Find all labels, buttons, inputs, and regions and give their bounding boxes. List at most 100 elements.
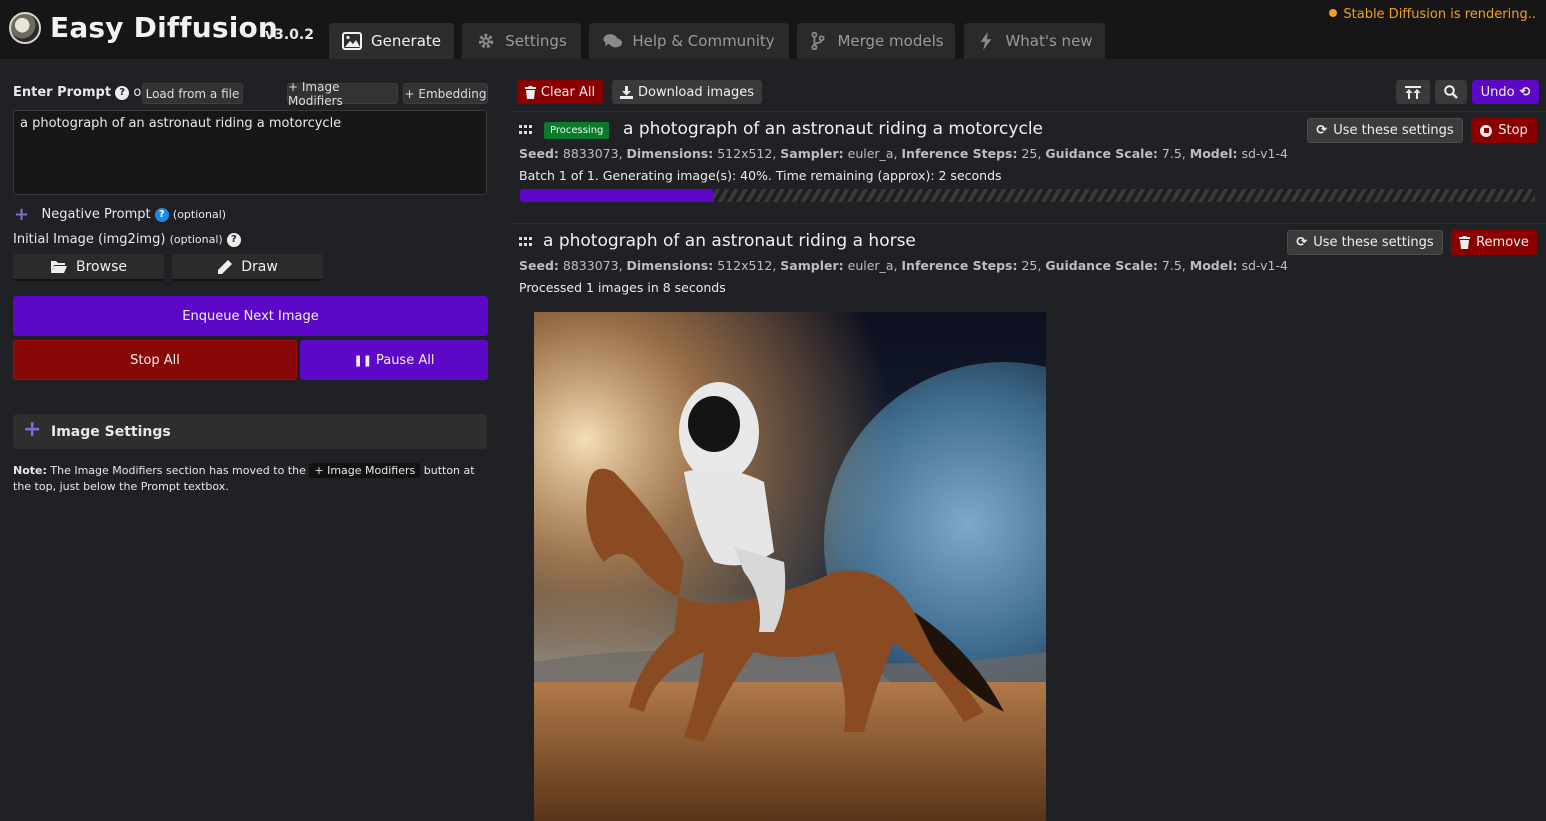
app-logo [9,12,41,44]
bolt-icon [981,32,992,50]
task-meta: Seed: 8833073, Dimensions: 512x512, Samp… [519,146,1288,161]
use-these-settings-button[interactable]: ⟳ Use these settings [1287,230,1443,255]
app-title: Easy Diffusion [50,11,279,44]
stop-all-button[interactable]: Stop All [13,340,297,380]
seed-label: Seed: [519,146,559,161]
tab-help-community[interactable]: Help & Community [589,23,789,59]
enter-prompt-row: Enter Prompt ? or [13,85,147,100]
draw-button[interactable]: Draw [172,254,323,281]
steps-label: Inference Steps: [901,146,1018,161]
pause-all-label: Pause All [375,352,435,368]
note-pre: The Image Modifiers section has moved to… [50,464,306,477]
undo-label: Undo [1480,84,1515,100]
load-from-file-button[interactable]: Load from a file [142,83,243,104]
expand-plus-icon: + [23,417,42,442]
tab-merge-label: Merge models [837,32,944,50]
progress-text: Batch 1 of 1. Generating image(s): 40%. … [519,168,1002,183]
processed-text: Processed 1 images in 8 seconds [519,280,726,295]
note-label: Note: [13,464,47,477]
seed-label: Seed: [519,258,559,273]
rotate-right-icon: ⟳ [1296,235,1308,250]
browse-label: Browse [76,258,127,275]
browse-button[interactable]: Browse [13,254,164,281]
dimensions-value: 512x512 [717,146,773,161]
drag-handle-icon[interactable] [519,237,533,247]
seed-value: 8833073 [562,146,619,161]
remove-label: Remove [1476,235,1529,250]
drag-handle-icon[interactable] [519,125,533,135]
undo-button[interactable]: Undo ⟲ [1472,80,1539,104]
tab-settings[interactable]: Settings [462,23,581,59]
status-badge: Processing [544,122,610,139]
clear-all-button[interactable]: Clear All [517,80,603,104]
sampler-value: euler_a [847,146,894,161]
render-status: Stable Diffusion is rendering.. [1329,7,1536,22]
task-title: a photograph of an astronaut riding a ho… [543,231,916,251]
prompt-input[interactable]: a photograph of an astronaut riding a mo… [13,110,487,195]
magnifier-icon [1444,85,1458,99]
trash-icon [1459,236,1471,249]
rotate-right-icon: ⟳ [1316,123,1328,138]
initial-image-row: Initial Image (img2img) (optional) ? [13,232,241,247]
steps-label: Inference Steps: [901,258,1018,273]
sampler-label: Sampler: [780,146,844,161]
tab-whats-new-label: What's new [1005,32,1093,50]
image-modifiers-button[interactable]: + Image Modifiers [287,80,398,108]
plus-icon: + [14,204,30,225]
initial-image-label: Initial Image (img2img) [13,232,166,247]
status-dot-icon [1329,9,1338,17]
progress-fill [520,189,713,202]
embedding-button[interactable]: + Embedding [403,83,488,104]
generated-image[interactable] [534,312,1046,821]
code-branch-icon [811,32,826,50]
gear-icon [479,33,494,49]
tab-help-label: Help & Community [632,32,775,50]
arrows-up-to-line-icon [1405,85,1421,99]
download-images-button[interactable]: Download images [612,80,762,104]
tab-whats-new[interactable]: What's new [964,23,1105,59]
pause-all-button[interactable]: ❚❚ Pause All [300,340,488,380]
tab-generate[interactable]: Generate [329,23,454,59]
use-settings-label: Use these settings [1313,235,1434,250]
scroll-top-button[interactable] [1396,80,1430,104]
negative-prompt-row[interactable]: + Negative Prompt ? (optional) [14,204,226,225]
left-panel: Enter Prompt ? or Load from a file + Ima… [0,59,500,821]
stop-circle-icon [1480,124,1493,137]
tab-merge-models[interactable]: Merge models [797,23,955,59]
progress-bar [520,189,1535,202]
clear-all-label: Clear All [540,84,596,100]
model-label: Model: [1189,258,1238,273]
rotate-left-icon: ⟲ [1519,84,1531,100]
task-title: a photograph of an astronaut riding a mo… [623,119,1043,139]
help-icon[interactable]: ? [154,208,169,222]
sampler-label: Sampler: [780,258,844,273]
use-these-settings-button[interactable]: ⟳ Use these settings [1307,118,1463,143]
stop-button[interactable]: Stop [1471,118,1537,143]
negative-prompt-label: Negative Prompt [41,207,151,222]
render-status-text: Stable Diffusion is rendering.. [1343,7,1536,22]
model-value: sd-v1-4 [1241,258,1288,273]
draw-label: Draw [241,258,278,275]
steps-value: 25 [1021,146,1038,161]
guidance-label: Guidance Scale: [1045,258,1158,273]
optional-label: (optional) [169,233,223,246]
image-icon [341,32,362,50]
help-icon[interactable]: ? [115,86,130,100]
dimensions-label: Dimensions: [626,258,714,273]
help-icon[interactable]: ? [226,233,241,247]
pencil-icon [218,259,233,274]
remove-button[interactable]: Remove [1451,230,1537,255]
enqueue-button[interactable]: Enqueue Next Image [13,296,488,336]
guidance-value: 7.5 [1161,146,1182,161]
image-settings-panel[interactable]: + Image Settings [13,414,487,449]
dimensions-value: 512x512 [717,258,773,273]
zoom-button[interactable] [1435,80,1467,104]
note-text: Note: The Image Modifiers section has mo… [13,463,491,495]
steps-value: 25 [1021,258,1038,273]
optional-label: (optional) [172,208,227,221]
download-icon [619,85,633,99]
guidance-label: Guidance Scale: [1045,146,1158,161]
enter-prompt-label: Enter Prompt [13,85,112,100]
note-code: + Image Modifiers [309,463,421,478]
tab-generate-label: Generate [370,32,442,50]
